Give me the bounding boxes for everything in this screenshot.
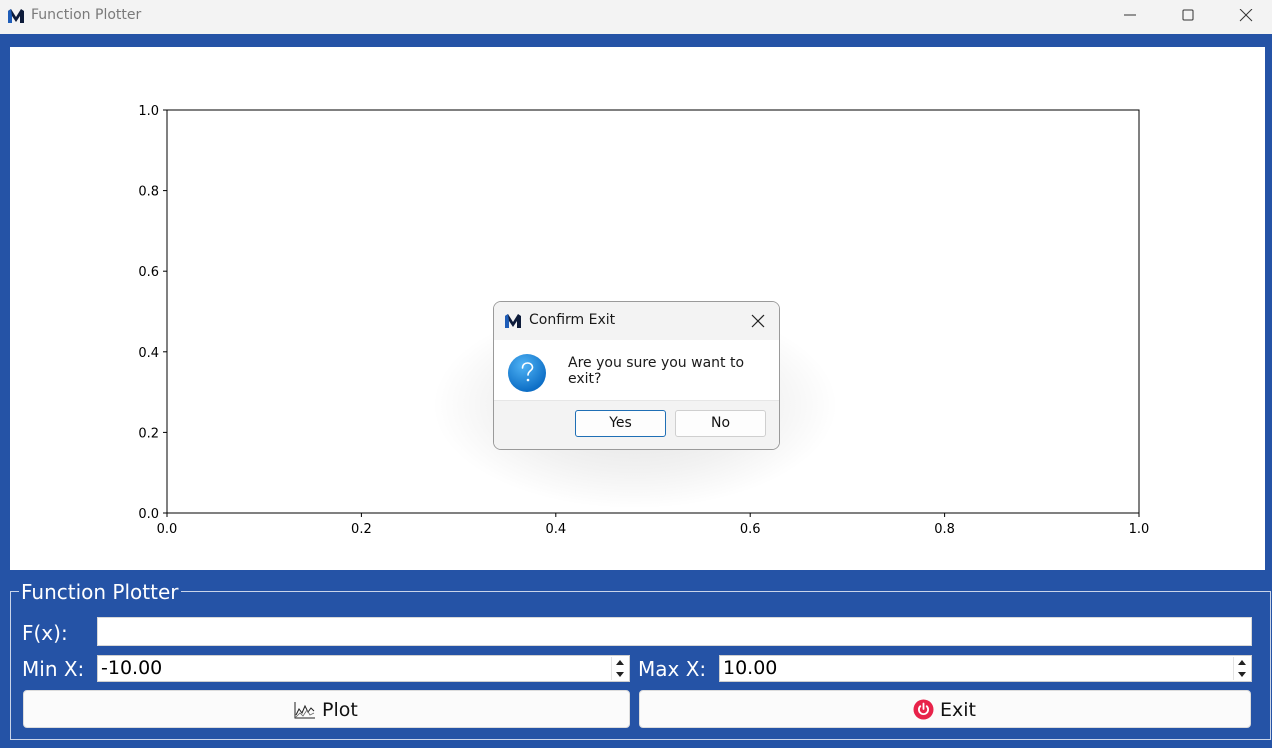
min-x-value: -10.00: [101, 657, 163, 679]
spin-down-icon[interactable]: [612, 669, 628, 680]
min-x-label: Min X:: [22, 657, 85, 681]
max-x-value: 10.00: [723, 657, 778, 679]
plot-button-label: Plot: [322, 699, 358, 721]
x-tick-label: 1.0: [1129, 522, 1150, 537]
max-x-label: Max X:: [638, 657, 707, 681]
app-logo-icon: [505, 314, 521, 328]
exit-button[interactable]: Exit: [639, 690, 1251, 728]
y-tick-label: 0.0: [138, 507, 159, 522]
x-tick-label: 0.4: [545, 522, 566, 537]
window-title: Function Plotter: [31, 7, 142, 23]
max-x-spinbox[interactable]: 10.00: [719, 655, 1252, 682]
x-tick-label: 0.8: [934, 522, 955, 537]
dialog-close-button[interactable]: [744, 308, 772, 334]
title-bar: Function Plotter: [0, 0, 1272, 34]
maximize-button[interactable]: [1159, 0, 1217, 32]
plot-button[interactable]: Plot: [23, 690, 630, 728]
x-tick-label: 0.2: [351, 522, 372, 537]
close-icon: [751, 314, 765, 328]
min-x-stepper: [611, 657, 628, 680]
spin-up-icon[interactable]: [1234, 657, 1250, 668]
dialog-title-bar: Confirm Exit: [494, 302, 779, 340]
power-icon: [913, 699, 934, 720]
group-title: Function Plotter: [19, 580, 181, 604]
line-chart-icon: [294, 702, 315, 719]
close-button[interactable]: [1217, 0, 1272, 32]
y-tick-label: 0.4: [138, 346, 159, 361]
y-tick-label: 1.0: [138, 104, 159, 119]
spin-down-icon[interactable]: [1234, 669, 1250, 680]
y-tick-label: 0.8: [138, 185, 159, 200]
x-tick-label: 0.0: [157, 522, 178, 537]
yes-button[interactable]: Yes: [575, 410, 666, 437]
confirm-exit-dialog: Confirm Exit Are you sure you want to ex…: [493, 301, 780, 450]
fx-label: F(x):: [22, 621, 68, 645]
max-x-stepper: [1233, 657, 1250, 680]
dialog-body: Are you sure you want to exit?: [494, 340, 779, 400]
question-icon: [508, 354, 546, 392]
spin-up-icon[interactable]: [612, 657, 628, 668]
minimize-icon: [1124, 14, 1136, 16]
close-icon: [1239, 9, 1253, 22]
no-button[interactable]: No: [675, 410, 766, 437]
fx-input[interactable]: [97, 617, 1252, 646]
dialog-title: Confirm Exit: [529, 312, 616, 328]
y-tick-label: 0.6: [138, 265, 159, 280]
app-logo-icon: [8, 9, 24, 23]
dialog-footer: Yes No: [494, 400, 779, 449]
exit-button-label: Exit: [940, 699, 976, 721]
dialog-message: Are you sure you want to exit?: [568, 355, 745, 387]
maximize-icon: [1182, 9, 1194, 21]
x-tick-label: 0.6: [740, 522, 761, 537]
y-tick-label: 0.2: [138, 426, 159, 441]
min-x-spinbox[interactable]: -10.00: [97, 655, 630, 682]
minimize-button[interactable]: [1101, 0, 1159, 32]
